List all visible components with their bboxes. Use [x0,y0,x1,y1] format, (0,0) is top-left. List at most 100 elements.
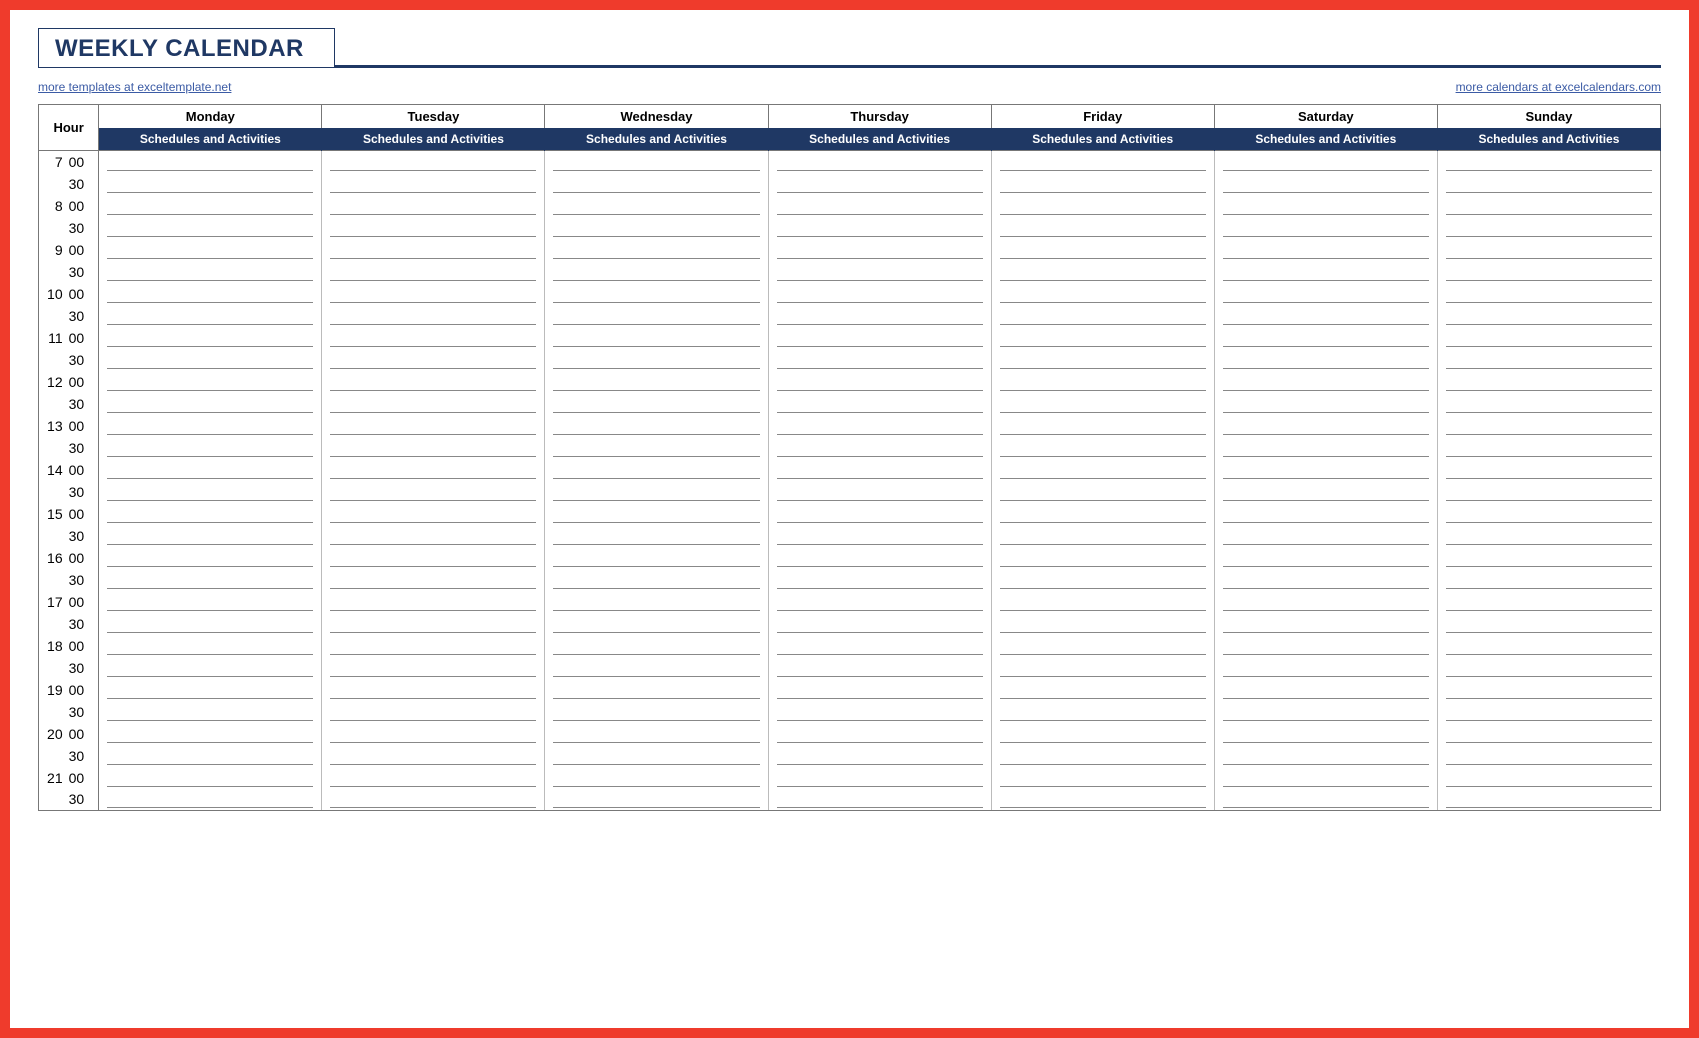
schedule-slot[interactable] [991,613,1214,635]
schedule-slot[interactable] [99,503,322,525]
schedule-slot[interactable] [991,459,1214,481]
schedule-slot[interactable] [768,371,991,393]
schedule-slot[interactable] [1214,327,1437,349]
schedule-slot[interactable] [1437,305,1660,327]
schedule-slot[interactable] [1437,327,1660,349]
schedule-slot[interactable] [1214,481,1437,503]
schedule-slot[interactable] [991,635,1214,657]
schedule-slot[interactable] [1437,635,1660,657]
schedule-slot[interactable] [99,415,322,437]
schedule-slot[interactable] [322,767,545,789]
schedule-slot[interactable] [322,591,545,613]
schedule-slot[interactable] [99,701,322,723]
schedule-slot[interactable] [99,151,322,173]
schedule-slot[interactable] [322,261,545,283]
schedule-slot[interactable] [99,767,322,789]
schedule-slot[interactable] [1214,613,1437,635]
schedule-slot[interactable] [545,261,768,283]
schedule-slot[interactable] [1437,723,1660,745]
schedule-slot[interactable] [768,349,991,371]
schedule-slot[interactable] [768,239,991,261]
schedule-slot[interactable] [768,261,991,283]
schedule-slot[interactable] [99,195,322,217]
schedule-slot[interactable] [99,481,322,503]
schedule-slot[interactable] [322,437,545,459]
schedule-slot[interactable] [545,283,768,305]
schedule-slot[interactable] [1437,503,1660,525]
schedule-slot[interactable] [322,239,545,261]
schedule-slot[interactable] [545,393,768,415]
schedule-slot[interactable] [1214,657,1437,679]
schedule-slot[interactable] [99,217,322,239]
schedule-slot[interactable] [1437,173,1660,195]
schedule-slot[interactable] [991,305,1214,327]
schedule-slot[interactable] [99,393,322,415]
schedule-slot[interactable] [1437,547,1660,569]
schedule-slot[interactable] [1214,217,1437,239]
schedule-slot[interactable] [1214,459,1437,481]
schedule-slot[interactable] [991,283,1214,305]
schedule-slot[interactable] [99,459,322,481]
schedule-slot[interactable] [768,591,991,613]
schedule-slot[interactable] [768,415,991,437]
schedule-slot[interactable] [768,283,991,305]
schedule-slot[interactable] [322,723,545,745]
schedule-slot[interactable] [322,569,545,591]
schedule-slot[interactable] [99,525,322,547]
schedule-slot[interactable] [99,723,322,745]
schedule-slot[interactable] [1437,767,1660,789]
schedule-slot[interactable] [1214,195,1437,217]
schedule-slot[interactable] [99,657,322,679]
schedule-slot[interactable] [768,327,991,349]
schedule-slot[interactable] [768,569,991,591]
schedule-slot[interactable] [322,305,545,327]
schedule-slot[interactable] [1437,195,1660,217]
schedule-slot[interactable] [991,569,1214,591]
schedule-slot[interactable] [991,217,1214,239]
schedule-slot[interactable] [991,701,1214,723]
schedule-slot[interactable] [322,151,545,173]
schedule-slot[interactable] [545,239,768,261]
schedule-slot[interactable] [322,349,545,371]
schedule-slot[interactable] [991,195,1214,217]
schedule-slot[interactable] [322,613,545,635]
schedule-slot[interactable] [99,591,322,613]
schedule-slot[interactable] [991,679,1214,701]
schedule-slot[interactable] [1437,701,1660,723]
schedule-slot[interactable] [768,173,991,195]
schedule-slot[interactable] [1214,393,1437,415]
schedule-slot[interactable] [1437,239,1660,261]
schedule-slot[interactable] [1437,349,1660,371]
schedule-slot[interactable] [768,635,991,657]
schedule-slot[interactable] [1437,371,1660,393]
schedule-slot[interactable] [1437,789,1660,811]
schedule-slot[interactable] [768,195,991,217]
schedule-slot[interactable] [99,789,322,811]
schedule-slot[interactable] [991,437,1214,459]
schedule-slot[interactable] [322,327,545,349]
schedule-slot[interactable] [545,503,768,525]
schedule-slot[interactable] [1214,173,1437,195]
schedule-slot[interactable] [322,459,545,481]
link-more-calendars[interactable]: more calendars at excelcalendars.com [1456,80,1661,100]
schedule-slot[interactable] [1214,679,1437,701]
schedule-slot[interactable] [1214,789,1437,811]
schedule-slot[interactable] [1214,151,1437,173]
schedule-slot[interactable] [1214,261,1437,283]
schedule-slot[interactable] [545,701,768,723]
schedule-slot[interactable] [991,767,1214,789]
schedule-slot[interactable] [1437,217,1660,239]
schedule-slot[interactable] [1437,569,1660,591]
schedule-slot[interactable] [545,591,768,613]
schedule-slot[interactable] [991,789,1214,811]
schedule-slot[interactable] [991,503,1214,525]
schedule-slot[interactable] [991,657,1214,679]
schedule-slot[interactable] [322,745,545,767]
schedule-slot[interactable] [1214,437,1437,459]
schedule-slot[interactable] [322,701,545,723]
schedule-slot[interactable] [545,195,768,217]
schedule-slot[interactable] [545,635,768,657]
schedule-slot[interactable] [545,151,768,173]
schedule-slot[interactable] [768,657,991,679]
schedule-slot[interactable] [99,349,322,371]
